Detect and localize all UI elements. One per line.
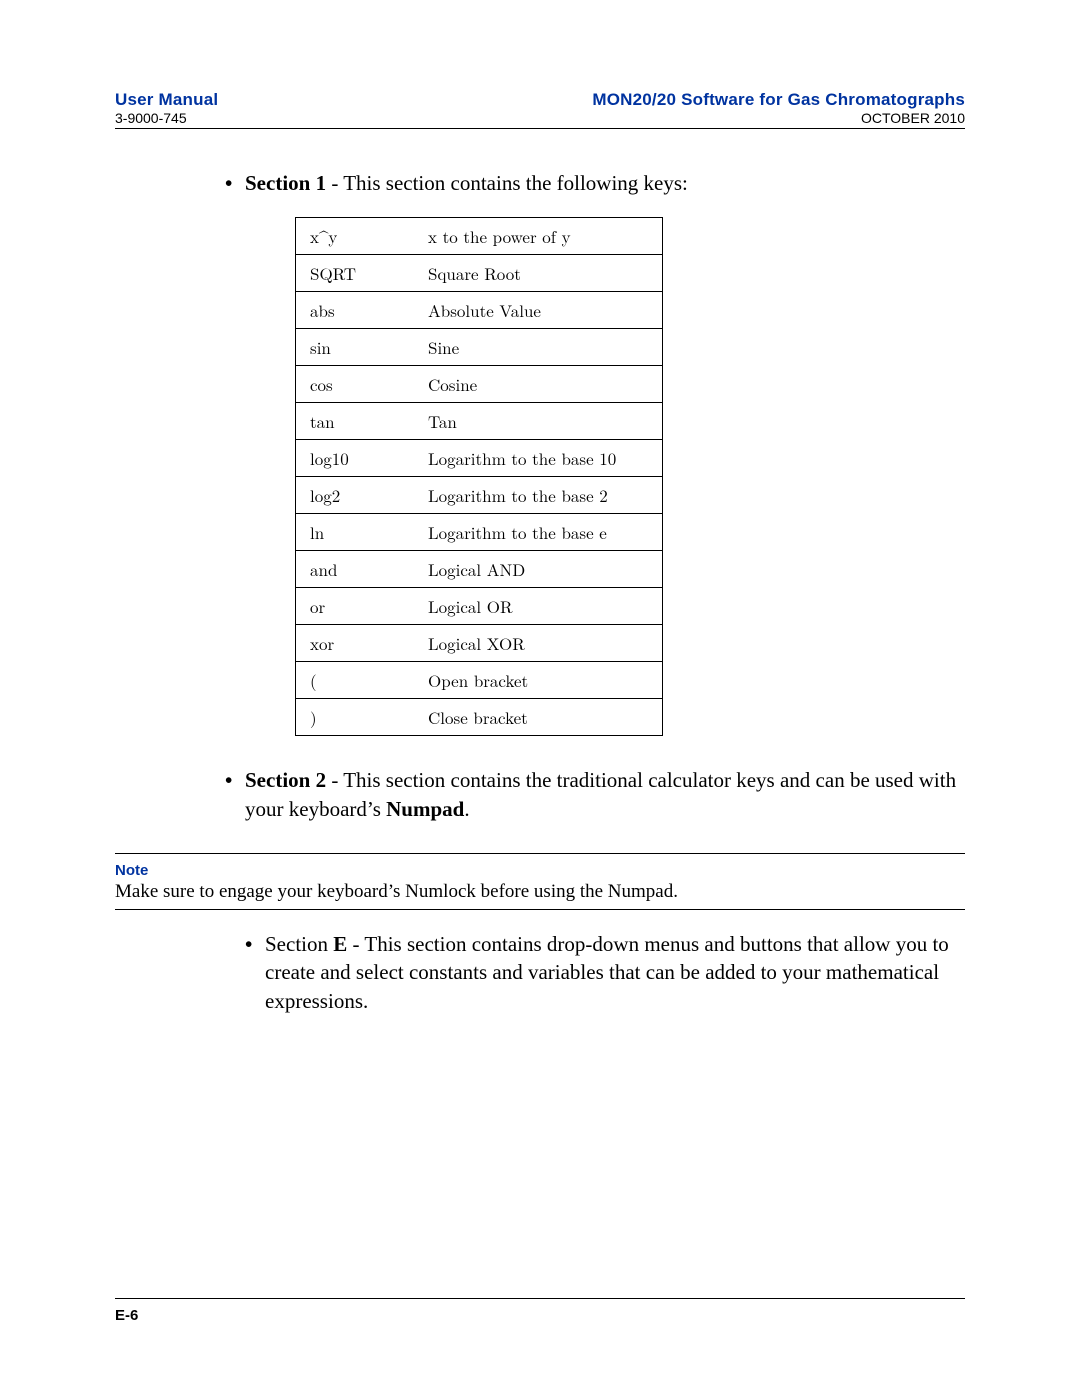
section-e-pre: Section bbox=[265, 932, 333, 956]
key-symbol: tan bbox=[296, 403, 415, 440]
bullet-icon: • bbox=[225, 766, 245, 823]
table-row: SQRTSquare Root bbox=[296, 255, 663, 292]
key-symbol: log10 bbox=[296, 440, 415, 477]
table-row: )Close bracket bbox=[296, 699, 663, 736]
key-description: Absolute Value bbox=[414, 292, 663, 329]
key-description: Logarithm to the base e bbox=[414, 514, 663, 551]
key-description: Sine bbox=[414, 329, 663, 366]
section-1-text: - This section contains the following ke… bbox=[326, 171, 688, 195]
header-right-sub: OCTOBER 2010 bbox=[592, 110, 965, 126]
note-body: Make sure to engage your keyboard’s Numl… bbox=[115, 881, 965, 903]
section-e-bold: E bbox=[333, 932, 347, 956]
key-description: Cosine bbox=[414, 366, 663, 403]
key-symbol: ln bbox=[296, 514, 415, 551]
note-block: Note Make sure to engage your keyboard’s… bbox=[115, 853, 965, 910]
table-row: orLogical OR bbox=[296, 588, 663, 625]
key-description: x to the power of y bbox=[414, 218, 663, 255]
key-description: Square Root bbox=[414, 255, 663, 292]
header-right-title: MON20/20 Software for Gas Chromatographs bbox=[592, 90, 965, 110]
key-description: Logarithm to the base 10 bbox=[414, 440, 663, 477]
table-row: x^yx to the power of y bbox=[296, 218, 663, 255]
key-description: Logical AND bbox=[414, 551, 663, 588]
table-row: sinSine bbox=[296, 329, 663, 366]
section-2-label: Section 2 bbox=[245, 768, 326, 792]
key-symbol: x^y bbox=[296, 218, 415, 255]
key-symbol: ) bbox=[296, 699, 415, 736]
header-left-title: User Manual bbox=[115, 90, 218, 110]
table-row: andLogical AND bbox=[296, 551, 663, 588]
key-description: Open bracket bbox=[414, 662, 663, 699]
header-left-sub: 3-9000-745 bbox=[115, 110, 218, 126]
note-label: Note bbox=[115, 862, 965, 879]
key-symbol: xor bbox=[296, 625, 415, 662]
key-description: Tan bbox=[414, 403, 663, 440]
table-row: xorLogical XOR bbox=[296, 625, 663, 662]
bullet-icon: • bbox=[225, 169, 245, 197]
table-row: log2Logarithm to the base 2 bbox=[296, 477, 663, 514]
table-row: log10Logarithm to the base 10 bbox=[296, 440, 663, 477]
section-1-label: Section 1 bbox=[245, 171, 326, 195]
table-row: (Open bracket bbox=[296, 662, 663, 699]
table-row: lnLogarithm to the base e bbox=[296, 514, 663, 551]
section-2-numpad: Numpad bbox=[386, 797, 464, 821]
section-2-text: - This section contains the traditional … bbox=[245, 768, 956, 820]
key-symbol: ( bbox=[296, 662, 415, 699]
bullet-icon: • bbox=[245, 930, 265, 1015]
section-e-bullet: • Section E - This section contains drop… bbox=[245, 930, 965, 1015]
key-description: Logical XOR bbox=[414, 625, 663, 662]
section-1-bullet: • Section 1 - This section contains the … bbox=[225, 169, 965, 197]
table-row: tanTan bbox=[296, 403, 663, 440]
key-symbol: sin bbox=[296, 329, 415, 366]
key-symbol: and bbox=[296, 551, 415, 588]
table-row: absAbsolute Value bbox=[296, 292, 663, 329]
key-symbol: cos bbox=[296, 366, 415, 403]
page-footer: E-6 bbox=[115, 1298, 965, 1325]
section-2-bullet: • Section 2 - This section contains the … bbox=[225, 766, 965, 823]
keys-table: x^yx to the power of ySQRTSquare Rootabs… bbox=[295, 217, 663, 736]
key-description: Close bracket bbox=[414, 699, 663, 736]
key-symbol: log2 bbox=[296, 477, 415, 514]
key-symbol: SQRT bbox=[296, 255, 415, 292]
page-header: User Manual 3-9000-745 MON20/20 Software… bbox=[115, 90, 965, 129]
section-2-period: . bbox=[464, 797, 469, 821]
page-number: E-6 bbox=[115, 1307, 138, 1324]
key-symbol: or bbox=[296, 588, 415, 625]
key-description: Logarithm to the base 2 bbox=[414, 477, 663, 514]
table-row: cosCosine bbox=[296, 366, 663, 403]
key-description: Logical OR bbox=[414, 588, 663, 625]
section-e-text: - This section contains drop-down menus … bbox=[265, 932, 949, 1013]
key-symbol: abs bbox=[296, 292, 415, 329]
